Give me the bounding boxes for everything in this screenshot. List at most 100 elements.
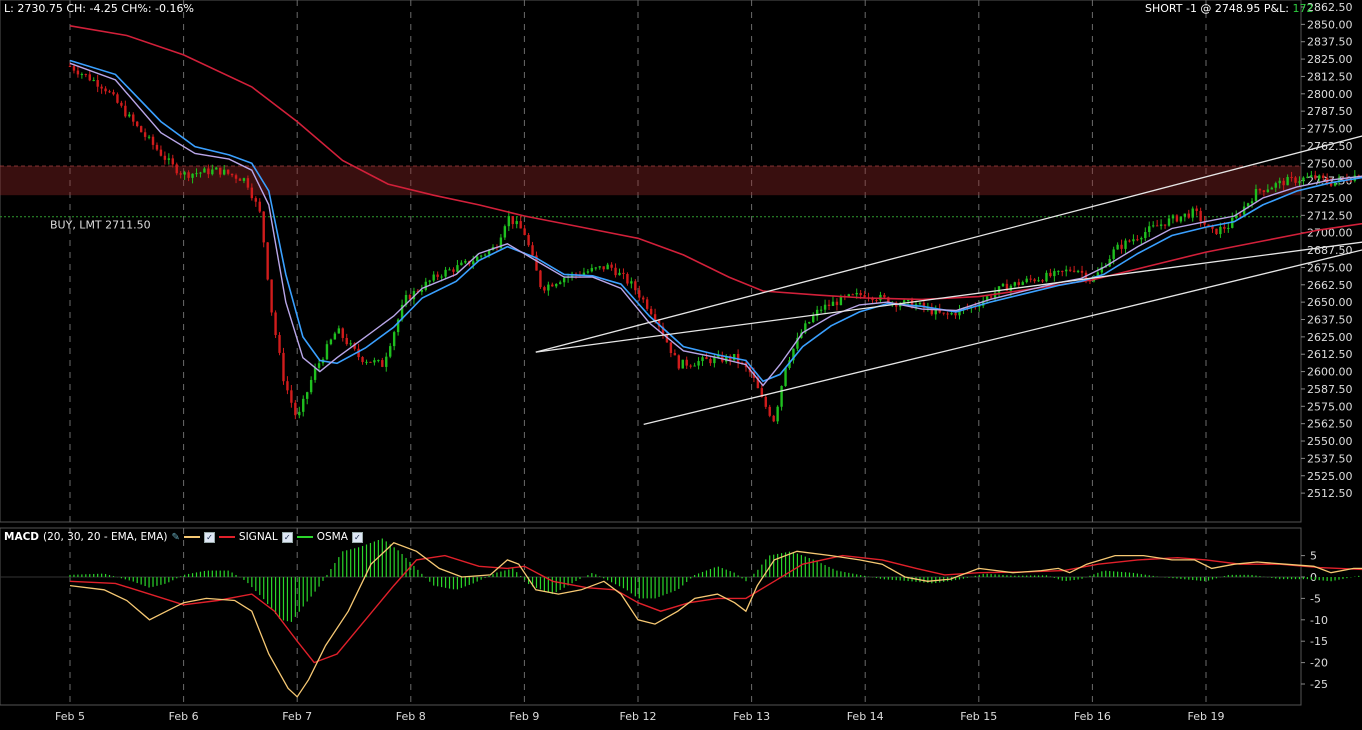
candle-body [1274,183,1277,188]
candle-body [389,346,392,357]
candle-body [559,282,562,284]
candle-body [681,359,684,369]
candle-body [100,86,103,89]
candle-body [132,114,135,122]
candle-body [440,276,443,278]
candle-body [701,357,704,362]
candle-body [72,66,76,71]
candle-body [1144,232,1147,238]
position-readout: SHORT -1 @ 2748.95 P&L: 172 [1145,2,1313,15]
pencil-icon[interactable]: ✎ [172,532,180,543]
candle-body [590,268,594,272]
candle-body [1195,208,1198,211]
candle-body [642,297,645,300]
price-tick-label: 2512.50 [1307,487,1353,500]
candle-body [555,283,558,287]
candle-body [262,211,265,243]
x-tick-label: Feb 9 [509,710,539,723]
candle-body [428,280,431,282]
candle-body [286,381,289,391]
x-tick-label: Feb 14 [847,710,884,723]
candle-body [693,365,696,367]
candle-body [226,169,230,174]
x-tick-label: Feb 12 [620,710,657,723]
candle-body [329,339,333,345]
candle-body [511,216,514,225]
candle-body [1278,180,1281,184]
candle-body [1132,239,1135,242]
candle-body [705,357,708,360]
resistance-zone [0,166,1301,196]
candle-body [1310,175,1313,177]
candle-body [673,353,677,356]
candle-body [1140,237,1143,240]
macd-legend: MACD (20, 30, 20 - EMA, EMA) ✎ ✓ SIGNAL … [4,531,363,543]
candle-body [1155,225,1159,227]
candle-body [254,198,258,202]
osma-visibility-checkbox[interactable]: ✓ [351,531,363,543]
candle-body [855,293,858,295]
candle-body [385,356,388,367]
candle-body [622,272,625,275]
price-tick-label: 2837.50 [1307,36,1353,49]
candle-body [143,132,147,137]
candle-body [1258,189,1262,191]
candle-body [808,322,811,324]
candle-body [1021,282,1024,285]
candle-body [136,121,139,127]
candle-body [305,392,309,399]
price-tick-label: 2712.50 [1307,209,1353,222]
x-tick-label: Feb 7 [282,710,312,723]
macd-visibility-checkbox[interactable]: ✓ [203,531,215,543]
macd-params: (20, 30, 20 - EMA, EMA) [43,531,168,543]
candle-body [349,343,352,345]
candle-body [950,313,953,315]
price-tick-label: 2862.50 [1307,1,1353,14]
candle-body [1061,270,1064,272]
candle-body [1227,227,1230,229]
candle-body [373,360,376,363]
candle-body [547,284,550,291]
candle-body [456,265,459,272]
candle-body [294,402,297,416]
candle-body [1183,213,1187,217]
candle-body [124,105,127,117]
candle-body [503,226,507,238]
candle-body [1167,218,1171,226]
x-tick-label: Feb 8 [396,710,426,723]
macd-swatch [183,536,200,538]
candle-body [827,304,831,306]
candle-body [539,270,542,288]
signal-visibility-checkbox[interactable]: ✓ [281,531,293,543]
candle-body [1298,181,1301,183]
candle-body [1151,225,1155,227]
candle-body [345,337,348,345]
x-tick-label: Feb 16 [1074,710,1111,723]
candle-body [1270,187,1273,190]
macd-tick-label: -10 [1310,614,1328,627]
candle-body [361,357,364,363]
candle-body [732,353,736,361]
candle-body [954,313,957,316]
candle-body [586,271,590,273]
candle-body [1294,177,1297,183]
price-tick-label: 2575.00 [1307,400,1353,413]
candle-body [1025,278,1028,283]
candle-body [1057,270,1060,272]
candle-body [88,74,91,81]
price-tick-label: 2725.00 [1307,192,1353,205]
candle-body [274,312,277,336]
candle-body [989,296,993,298]
candle-body [1080,270,1084,273]
price-tick-label: 2737.50 [1307,175,1353,188]
candle-body [689,365,692,367]
candle-body [179,173,182,175]
candle-body [191,173,194,178]
candle-body [1001,283,1005,287]
price-tick-label: 2787.50 [1307,105,1353,118]
candle-body [219,167,222,175]
candle-body [602,266,605,270]
chart-canvas[interactable]: Feb 5 Feb 6 Feb 7 Feb 8 Feb 9 Feb 12 Feb 13 Feb… [0,0,1362,730]
candle-body [713,357,716,364]
candle-body [839,296,843,306]
